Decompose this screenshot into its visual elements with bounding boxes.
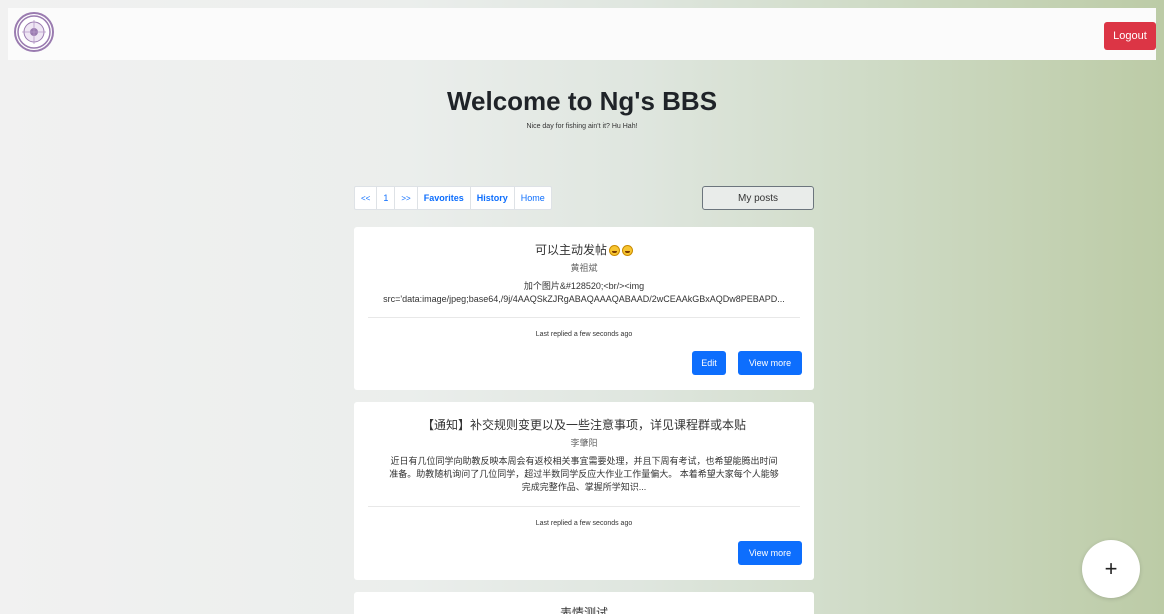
first-page-button[interactable]: << <box>355 187 378 209</box>
page-title: Welcome to Ng's BBS <box>446 86 718 116</box>
my-posts-button[interactable]: My posts <box>702 186 814 210</box>
last-replied-text: Last replied a few seconds ago <box>535 520 633 527</box>
new-post-fab-button[interactable]: + <box>1082 540 1140 598</box>
page-1-button[interactable]: 1 <box>377 187 396 209</box>
post-preview-line: 加个图片&#128520;<br/><img <box>523 281 645 291</box>
post-preview: 近日有几位同学向助教反映本周会有返校相关事宜需要处理，并且下周有考试，也希望能腾… <box>364 455 804 494</box>
top-navbar: Logout <box>8 8 1156 60</box>
post-author: 李肇阳 <box>570 439 598 449</box>
last-page-button[interactable]: >> <box>395 187 418 209</box>
logo-seal-icon <box>17 15 51 49</box>
logout-button[interactable]: Logout <box>1104 22 1156 50</box>
post-preview: 加个图片&#128520;<br/><img src='data:image/j… <box>364 280 804 306</box>
history-link[interactable]: History <box>471 187 515 209</box>
grin-emoji-icon <box>609 245 620 256</box>
edit-button[interactable]: Edit <box>692 351 726 375</box>
post-title[interactable]: 表情测试 <box>354 604 814 614</box>
post-preview-line: 完成完整作品、掌握所学知识... <box>521 482 647 492</box>
last-replied-text: Last replied a few seconds ago <box>535 331 633 338</box>
grin-emoji-icon <box>622 245 633 256</box>
view-more-button[interactable]: View more <box>738 351 802 375</box>
post-card: 表情测试 <box>354 592 814 614</box>
home-link[interactable]: Home <box>515 187 551 209</box>
page-subtitle: Nice day for fishing ain't it? Hu Hah! <box>526 123 638 130</box>
favorites-link[interactable]: Favorites <box>418 187 471 209</box>
divider <box>368 506 800 507</box>
view-more-button[interactable]: View more <box>738 541 802 565</box>
university-logo <box>14 12 54 52</box>
post-card: 可以主动发帖 黄祖斌 加个图片&#128520;<br/><img src='d… <box>354 227 814 390</box>
post-author: 黄祖斌 <box>570 264 598 274</box>
post-preview-line: 准备。助教随机询问了几位同学，超过半数同学反应大作业工作量偏大。 本着希望大家每… <box>389 469 779 479</box>
post-title[interactable]: 可以主动发帖 <box>354 241 814 258</box>
post-preview-line: src='data:image/jpeg;base64,/9j/4AAQSkZJ… <box>383 294 785 304</box>
post-preview-line: 近日有几位同学向助教反映本周会有返校相关事宜需要处理，并且下周有考试，也希望能腾… <box>390 456 778 466</box>
post-title-text: 可以主动发帖 <box>534 243 607 257</box>
post-card: 【通知】补交规则变更以及一些注意事项，详见课程群或本贴 李肇阳 近日有几位同学向… <box>354 402 814 580</box>
divider <box>368 317 800 318</box>
pagination-nav: << 1 >> Favorites History Home <box>354 186 552 210</box>
post-title[interactable]: 【通知】补交规则变更以及一些注意事项，详见课程群或本贴 <box>354 416 814 433</box>
